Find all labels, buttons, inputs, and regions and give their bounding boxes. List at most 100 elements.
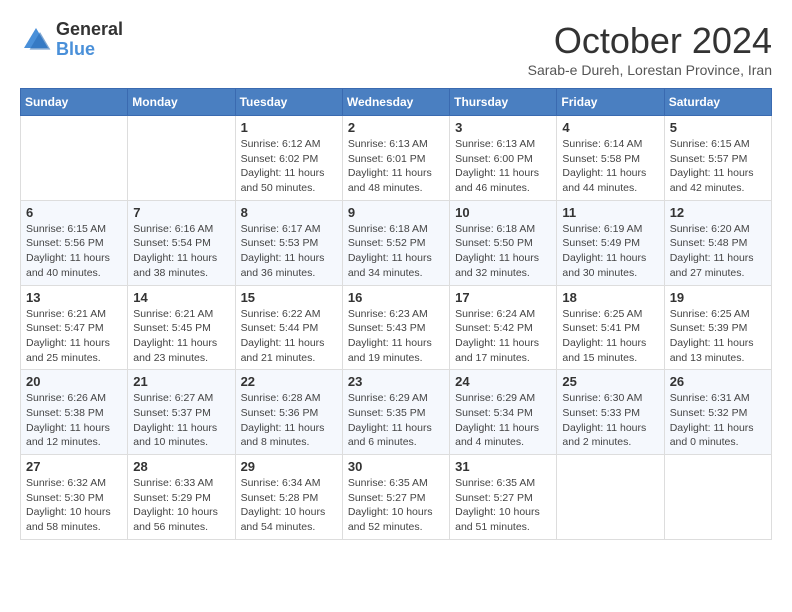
sunrise-text: Sunrise: 6:29 AM [348,391,444,406]
sunrise-text: Sunrise: 6:24 AM [455,307,551,322]
day-info: Sunrise: 6:24 AMSunset: 5:42 PMDaylight:… [455,307,551,366]
calendar-cell: 4Sunrise: 6:14 AMSunset: 5:58 PMDaylight… [557,116,664,201]
daylight-text: Daylight: 11 hours and 32 minutes. [455,251,551,280]
day-number: 24 [455,374,551,389]
calendar-cell: 21Sunrise: 6:27 AMSunset: 5:37 PMDayligh… [128,370,235,455]
day-number: 28 [133,459,229,474]
day-info: Sunrise: 6:15 AMSunset: 5:57 PMDaylight:… [670,137,766,196]
weekday-header-wednesday: Wednesday [342,89,449,116]
day-number: 19 [670,290,766,305]
sunset-text: Sunset: 5:32 PM [670,406,766,421]
day-number: 27 [26,459,122,474]
day-number: 18 [562,290,658,305]
sunrise-text: Sunrise: 6:18 AM [348,222,444,237]
sunrise-text: Sunrise: 6:12 AM [241,137,337,152]
sunset-text: Sunset: 5:50 PM [455,236,551,251]
calendar-week-2: 6Sunrise: 6:15 AMSunset: 5:56 PMDaylight… [21,200,772,285]
daylight-text: Daylight: 11 hours and 36 minutes. [241,251,337,280]
sunset-text: Sunset: 5:30 PM [26,491,122,506]
day-info: Sunrise: 6:19 AMSunset: 5:49 PMDaylight:… [562,222,658,281]
calendar-cell: 2Sunrise: 6:13 AMSunset: 6:01 PMDaylight… [342,116,449,201]
calendar-cell [21,116,128,201]
sunrise-text: Sunrise: 6:27 AM [133,391,229,406]
calendar-cell [664,455,771,540]
day-number: 22 [241,374,337,389]
daylight-text: Daylight: 11 hours and 42 minutes. [670,166,766,195]
daylight-text: Daylight: 11 hours and 6 minutes. [348,421,444,450]
day-number: 7 [133,205,229,220]
logo-text: General Blue [56,20,123,60]
calendar-cell: 1Sunrise: 6:12 AMSunset: 6:02 PMDaylight… [235,116,342,201]
day-info: Sunrise: 6:15 AMSunset: 5:56 PMDaylight:… [26,222,122,281]
day-number: 31 [455,459,551,474]
sunrise-text: Sunrise: 6:18 AM [455,222,551,237]
sunrise-text: Sunrise: 6:26 AM [26,391,122,406]
daylight-text: Daylight: 11 hours and 23 minutes. [133,336,229,365]
day-number: 9 [348,205,444,220]
sunrise-text: Sunrise: 6:25 AM [562,307,658,322]
sunrise-text: Sunrise: 6:15 AM [670,137,766,152]
calendar-cell: 29Sunrise: 6:34 AMSunset: 5:28 PMDayligh… [235,455,342,540]
location-subtitle: Sarab-e Dureh, Lorestan Province, Iran [528,62,772,78]
day-number: 25 [562,374,658,389]
day-number: 12 [670,205,766,220]
calendar-cell: 30Sunrise: 6:35 AMSunset: 5:27 PMDayligh… [342,455,449,540]
day-info: Sunrise: 6:28 AMSunset: 5:36 PMDaylight:… [241,391,337,450]
day-info: Sunrise: 6:35 AMSunset: 5:27 PMDaylight:… [348,476,444,535]
sunrise-text: Sunrise: 6:34 AM [241,476,337,491]
sunset-text: Sunset: 5:56 PM [26,236,122,251]
sunset-text: Sunset: 5:49 PM [562,236,658,251]
daylight-text: Daylight: 11 hours and 48 minutes. [348,166,444,195]
day-number: 11 [562,205,658,220]
calendar-cell: 23Sunrise: 6:29 AMSunset: 5:35 PMDayligh… [342,370,449,455]
sunrise-text: Sunrise: 6:32 AM [26,476,122,491]
title-area: October 2024 Sarab-e Dureh, Lorestan Pro… [528,20,772,78]
day-info: Sunrise: 6:35 AMSunset: 5:27 PMDaylight:… [455,476,551,535]
sunrise-text: Sunrise: 6:14 AM [562,137,658,152]
logo: General Blue [20,20,123,60]
sunset-text: Sunset: 5:35 PM [348,406,444,421]
daylight-text: Daylight: 11 hours and 12 minutes. [26,421,122,450]
day-info: Sunrise: 6:22 AMSunset: 5:44 PMDaylight:… [241,307,337,366]
weekday-header-tuesday: Tuesday [235,89,342,116]
calendar-cell: 10Sunrise: 6:18 AMSunset: 5:50 PMDayligh… [450,200,557,285]
daylight-text: Daylight: 11 hours and 46 minutes. [455,166,551,195]
sunset-text: Sunset: 5:38 PM [26,406,122,421]
calendar-table: SundayMondayTuesdayWednesdayThursdayFrid… [20,88,772,540]
sunrise-text: Sunrise: 6:31 AM [670,391,766,406]
sunset-text: Sunset: 6:01 PM [348,152,444,167]
sunset-text: Sunset: 5:43 PM [348,321,444,336]
day-number: 4 [562,120,658,135]
calendar-cell: 12Sunrise: 6:20 AMSunset: 5:48 PMDayligh… [664,200,771,285]
day-info: Sunrise: 6:13 AMSunset: 6:01 PMDaylight:… [348,137,444,196]
sunrise-text: Sunrise: 6:21 AM [133,307,229,322]
day-number: 13 [26,290,122,305]
daylight-text: Daylight: 11 hours and 21 minutes. [241,336,337,365]
calendar-cell: 5Sunrise: 6:15 AMSunset: 5:57 PMDaylight… [664,116,771,201]
calendar-cell: 19Sunrise: 6:25 AMSunset: 5:39 PMDayligh… [664,285,771,370]
day-number: 3 [455,120,551,135]
daylight-text: Daylight: 11 hours and 40 minutes. [26,251,122,280]
sunset-text: Sunset: 5:57 PM [670,152,766,167]
day-info: Sunrise: 6:12 AMSunset: 6:02 PMDaylight:… [241,137,337,196]
daylight-text: Daylight: 11 hours and 27 minutes. [670,251,766,280]
day-number: 26 [670,374,766,389]
sunrise-text: Sunrise: 6:25 AM [670,307,766,322]
sunrise-text: Sunrise: 6:29 AM [455,391,551,406]
page-header: General Blue October 2024 Sarab-e Dureh,… [20,20,772,78]
sunset-text: Sunset: 5:37 PM [133,406,229,421]
day-info: Sunrise: 6:34 AMSunset: 5:28 PMDaylight:… [241,476,337,535]
day-number: 15 [241,290,337,305]
day-info: Sunrise: 6:31 AMSunset: 5:32 PMDaylight:… [670,391,766,450]
calendar-cell [128,116,235,201]
day-info: Sunrise: 6:17 AMSunset: 5:53 PMDaylight:… [241,222,337,281]
sunrise-text: Sunrise: 6:15 AM [26,222,122,237]
sunrise-text: Sunrise: 6:17 AM [241,222,337,237]
day-number: 14 [133,290,229,305]
daylight-text: Daylight: 11 hours and 0 minutes. [670,421,766,450]
logo-line1: General [56,20,123,40]
daylight-text: Daylight: 11 hours and 4 minutes. [455,421,551,450]
daylight-text: Daylight: 11 hours and 8 minutes. [241,421,337,450]
sunrise-text: Sunrise: 6:35 AM [348,476,444,491]
day-info: Sunrise: 6:33 AMSunset: 5:29 PMDaylight:… [133,476,229,535]
